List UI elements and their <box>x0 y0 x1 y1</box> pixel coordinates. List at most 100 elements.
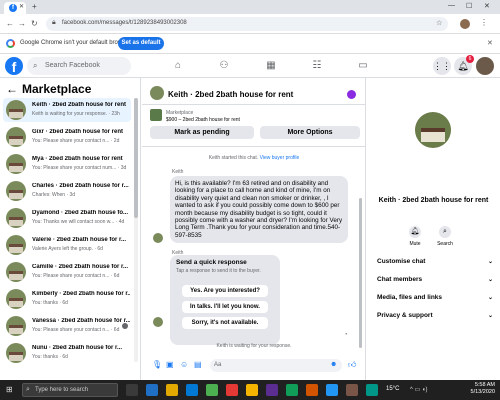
system-tray-icons[interactable]: ^ ▭ ◖) <box>410 386 427 393</box>
windows-taskbar: ⊞ ⌕ Type here to search 15°C ^ ▭ ◖) 5:58… <box>0 380 500 400</box>
marketplace-inbox-panel: ← Marketplace Keith · 2bed 2bath house fo… <box>0 78 141 380</box>
minimize-icon[interactable]: — <box>448 2 455 9</box>
app-icon[interactable] <box>286 384 298 396</box>
conversation-list-item[interactable]: Valerie · 2bed 2bath house for r... Valer… <box>3 233 131 257</box>
address-bar: ← → ↻ 🔒︎ facebook.com/messages/t/1289238… <box>0 14 500 34</box>
photo-icon[interactable]: ▣ <box>166 360 174 369</box>
conversation-list-item[interactable]: Kimberly · 2bed 2bath house for r... You:… <box>3 287 131 311</box>
url-field[interactable]: 🔒︎ facebook.com/messages/t/1289238493002… <box>46 17 448 31</box>
gif-icon[interactable]: ▤ <box>194 360 202 369</box>
close-window-icon[interactable]: ✕ <box>484 2 490 10</box>
quick-response-not-available[interactable]: Sorry, it's not available. <box>182 317 268 329</box>
file-explorer-icon[interactable] <box>166 384 178 396</box>
conversation-list-item[interactable]: Dyamond · 2bed 2bath house fo... You: Tha… <box>3 206 131 230</box>
message-input[interactable]: Aa ☻ <box>210 359 342 372</box>
app-icon[interactable] <box>366 384 378 396</box>
more-options-button[interactable]: More Options <box>260 126 360 139</box>
mute-action[interactable]: 🔔︎ Mute <box>403 226 427 247</box>
conversation-list-item[interactable]: Keith · 2bed 2bath house for rent Keith i… <box>3 98 131 122</box>
left-scrollbar[interactable] <box>134 98 138 362</box>
home-icon[interactable]: ⌂ <box>171 59 185 73</box>
friends-icon[interactable]: ⚇ <box>217 59 231 73</box>
set-default-button[interactable]: Set as default <box>118 37 164 50</box>
conversation-title: Dyamond · 2bed 2bath house fo... <box>32 210 129 216</box>
left-scrollbar-thumb[interactable] <box>134 98 138 218</box>
chat-started-text: Keith started this chat. <box>208 155 259 161</box>
chat-started-notice: Keith started this chat. View buyer prof… <box>142 155 366 161</box>
quick-response-in-talks[interactable]: In talks. I'll let you know. <box>182 301 268 313</box>
chat-panel: Keith · 2bed 2bath house for rent Market… <box>142 78 366 380</box>
edge-icon[interactable] <box>146 384 158 396</box>
listing-title[interactable]: $900 – 2bed 2bath house for rent <box>166 117 240 123</box>
conversation-preview: You: Please share your contact num... · … <box>32 165 127 171</box>
chat-scrollbar[interactable] <box>359 198 362 348</box>
conversation-list-item[interactable]: Vanessa · 2bed 2bath house for r... You: … <box>3 314 131 338</box>
facebook-logo[interactable]: f <box>5 57 23 75</box>
sender-avatar[interactable] <box>153 233 163 243</box>
microphone-icon[interactable]: 🎙︎ <box>152 360 162 369</box>
mark-as-pending-button[interactable]: Mark as pending <box>150 126 254 139</box>
conversation-title: Mya · 2bed 2bath house for rent <box>32 156 123 162</box>
task-view-icon[interactable] <box>126 384 138 396</box>
groups-icon[interactable]: ☷ <box>310 59 324 73</box>
chat-members-row[interactable]: Chat members ⌄ <box>377 276 495 283</box>
customise-chat-row[interactable]: Customise chat ⌄ <box>377 258 495 265</box>
conversation-list-item[interactable]: Charles · 2bed 2bath house for r... Charl… <box>3 179 131 203</box>
quick-response-yes[interactable]: Yes. Are you interested? <box>182 285 268 297</box>
search-action[interactable]: ⌕ Search <box>433 226 457 247</box>
privacy-support-row[interactable]: Privacy & support ⌄ <box>377 312 495 319</box>
message-bubble: Hi, is this available? I'm 63 retired an… <box>170 176 348 244</box>
conversation-avatar <box>6 343 26 363</box>
sticker-icon[interactable]: ☺ <box>180 360 188 369</box>
taskbar-search[interactable]: ⌕ Type here to search <box>22 383 118 397</box>
new-tab-button[interactable]: + <box>32 2 37 11</box>
quick-response-card: Send a quick response Tap a response to … <box>170 255 280 345</box>
chat-theme-icon[interactable] <box>347 90 356 99</box>
chrome-icon[interactable] <box>246 384 258 396</box>
status-dot-icon <box>122 323 128 329</box>
marketplace-icon[interactable]: ▦ <box>264 59 278 73</box>
like-icon[interactable]: 👍︎ <box>348 360 356 370</box>
conversation-avatar <box>6 100 26 120</box>
mail-icon[interactable] <box>186 384 198 396</box>
sender-avatar[interactable] <box>153 317 163 327</box>
forward-icon[interactable]: → <box>18 19 26 28</box>
windows-start-icon[interactable]: ⊞ <box>6 385 13 394</box>
emoji-icon[interactable]: ☻ <box>330 361 337 368</box>
conversation-avatar <box>6 181 26 201</box>
app-icon[interactable] <box>226 384 238 396</box>
browser-tab[interactable]: f ✕ <box>4 2 26 14</box>
media-files-row[interactable]: Media, files and links ⌄ <box>377 294 495 301</box>
row-label: Privacy & support <box>377 312 433 319</box>
search-icon: ⌕ <box>439 226 451 238</box>
weather-temperature[interactable]: 15°C <box>386 386 399 392</box>
app-icon[interactable] <box>306 384 318 396</box>
search-input[interactable]: ⌕ Search Facebook <box>27 57 131 75</box>
conversation-list-item[interactable]: Camille · 2bed 2bath house for r... You: … <box>3 260 131 284</box>
browser-profile-avatar[interactable] <box>460 19 470 29</box>
view-buyer-profile-link[interactable]: View buyer profile <box>260 155 300 161</box>
app-icon[interactable] <box>346 384 358 396</box>
conversation-list-item[interactable]: Mya · 2bed 2bath house for rent You: Plea… <box>3 152 131 176</box>
conversation-list-item[interactable]: Gixr · 2bed 2bath house for rent You: Ple… <box>3 125 131 149</box>
listing-thumbnail[interactable] <box>150 109 162 121</box>
reload-icon[interactable]: ↻ <box>31 19 38 28</box>
gaming-icon[interactable]: ▭ <box>356 59 370 73</box>
app-icon[interactable] <box>326 384 338 396</box>
app-icon[interactable] <box>206 384 218 396</box>
facebook-favicon-icon: f <box>9 4 17 12</box>
conversation-preview: You: Please share your contact n... · 6d <box>32 327 120 333</box>
close-tab-icon[interactable]: ✕ <box>19 3 24 10</box>
maximize-icon[interactable]: ☐ <box>466 2 472 10</box>
listing-avatar[interactable] <box>415 112 451 148</box>
back-arrow-icon[interactable]: ← <box>6 82 18 96</box>
conversation-list-item[interactable]: Nunu · 2bed 2bath house for r... You: tha… <box>3 341 131 365</box>
app-icon[interactable] <box>266 384 278 396</box>
back-icon[interactable]: ← <box>6 19 14 28</box>
clock[interactable]: 5:58 AM 5/13/2020 <box>455 382 495 396</box>
bookmark-star-icon[interactable]: ☆ <box>436 19 442 27</box>
browser-menu-icon[interactable]: ⋮ <box>480 18 488 27</box>
close-infobar-icon[interactable]: ✕ <box>487 39 493 47</box>
menu-grid-icon[interactable]: ⋮⋮ <box>433 57 451 75</box>
account-avatar[interactable] <box>476 57 494 75</box>
